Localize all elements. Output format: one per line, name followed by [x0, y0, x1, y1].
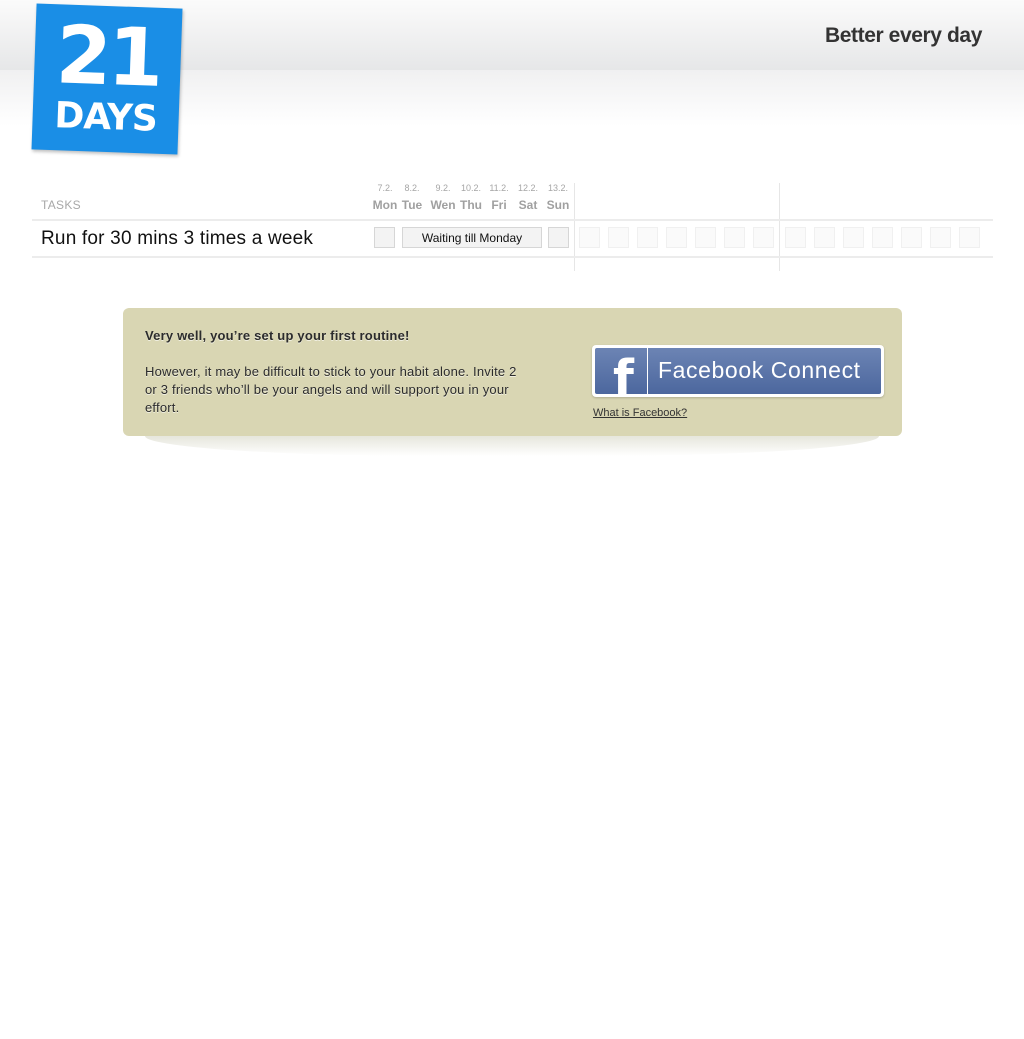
day-name: Tue	[401, 198, 423, 212]
future-day-box	[843, 227, 864, 248]
waiting-status-label: Waiting till Monday	[421, 231, 523, 245]
day-checkbox-mon[interactable]	[374, 227, 395, 248]
panel-body-text: However, it may be difficult to stick to…	[145, 364, 517, 415]
day-date: 13.2.	[547, 183, 569, 193]
panel-heading: Very well, you’re set up your first rout…	[145, 328, 410, 343]
logo-number: 21	[54, 8, 162, 105]
day-header-sun: 13.2. Sun	[543, 182, 573, 212]
app-logo[interactable]: 21 DAYS	[31, 3, 183, 155]
logo-word: DAYS	[53, 95, 158, 140]
future-day-box	[637, 227, 658, 248]
day-date: 11.2.	[489, 183, 509, 193]
invite-friends-panel: Very well, you’re set up your first rout…	[123, 308, 902, 436]
facebook-connect-label: Facebook Connect	[658, 357, 861, 383]
day-checkbox-sun[interactable]	[548, 227, 569, 248]
day-header-fri: 11.2. Fri	[484, 182, 514, 212]
future-day-box	[579, 227, 600, 248]
day-date: 7.2.	[377, 183, 393, 193]
day-name: Wen	[430, 198, 456, 212]
tagline: Better every day	[824, 24, 982, 47]
day-date: 9.2.	[435, 183, 451, 193]
future-day-box	[959, 227, 980, 248]
future-day-box	[930, 227, 951, 248]
task-name[interactable]: Run for 30 mins 3 times a week	[41, 228, 313, 250]
day-name: Thu	[460, 198, 482, 212]
table-divider	[32, 219, 993, 221]
facebook-logo-letter: f	[613, 350, 634, 394]
future-day-box	[753, 227, 774, 248]
day-date: 12.2.	[517, 183, 539, 193]
future-day-box	[872, 227, 893, 248]
facebook-connect-button-face: f Facebook Connect	[595, 348, 881, 394]
what-is-facebook-link[interactable]: What is Facebook?	[593, 407, 687, 419]
day-name: Mon	[372, 198, 398, 212]
day-name: Sun	[546, 198, 570, 212]
day-header-thu: 10.2. Thu	[456, 182, 486, 212]
day-date: 8.2.	[404, 183, 420, 193]
future-day-box	[814, 227, 835, 248]
future-day-box	[785, 227, 806, 248]
future-day-box	[695, 227, 716, 248]
future-day-box	[901, 227, 922, 248]
day-date: 10.2.	[460, 183, 482, 193]
future-day-box	[608, 227, 629, 248]
panel-shadow	[145, 436, 879, 456]
day-header-sat: 12.2. Sat	[513, 182, 543, 212]
future-day-box	[724, 227, 745, 248]
day-header-wen: 9.2. Wen	[428, 182, 458, 212]
day-header-mon: 7.2. Mon	[370, 182, 400, 212]
day-header-tue: 8.2. Tue	[397, 182, 427, 212]
day-name: Fri	[491, 198, 507, 212]
facebook-connect-button[interactable]: f Facebook Connect	[592, 345, 884, 397]
future-day-box	[666, 227, 687, 248]
tasks-column-header: TASKS	[41, 198, 81, 212]
facebook-logo-icon: f	[595, 348, 648, 394]
day-name: Sat	[518, 198, 538, 212]
table-divider	[32, 256, 993, 258]
